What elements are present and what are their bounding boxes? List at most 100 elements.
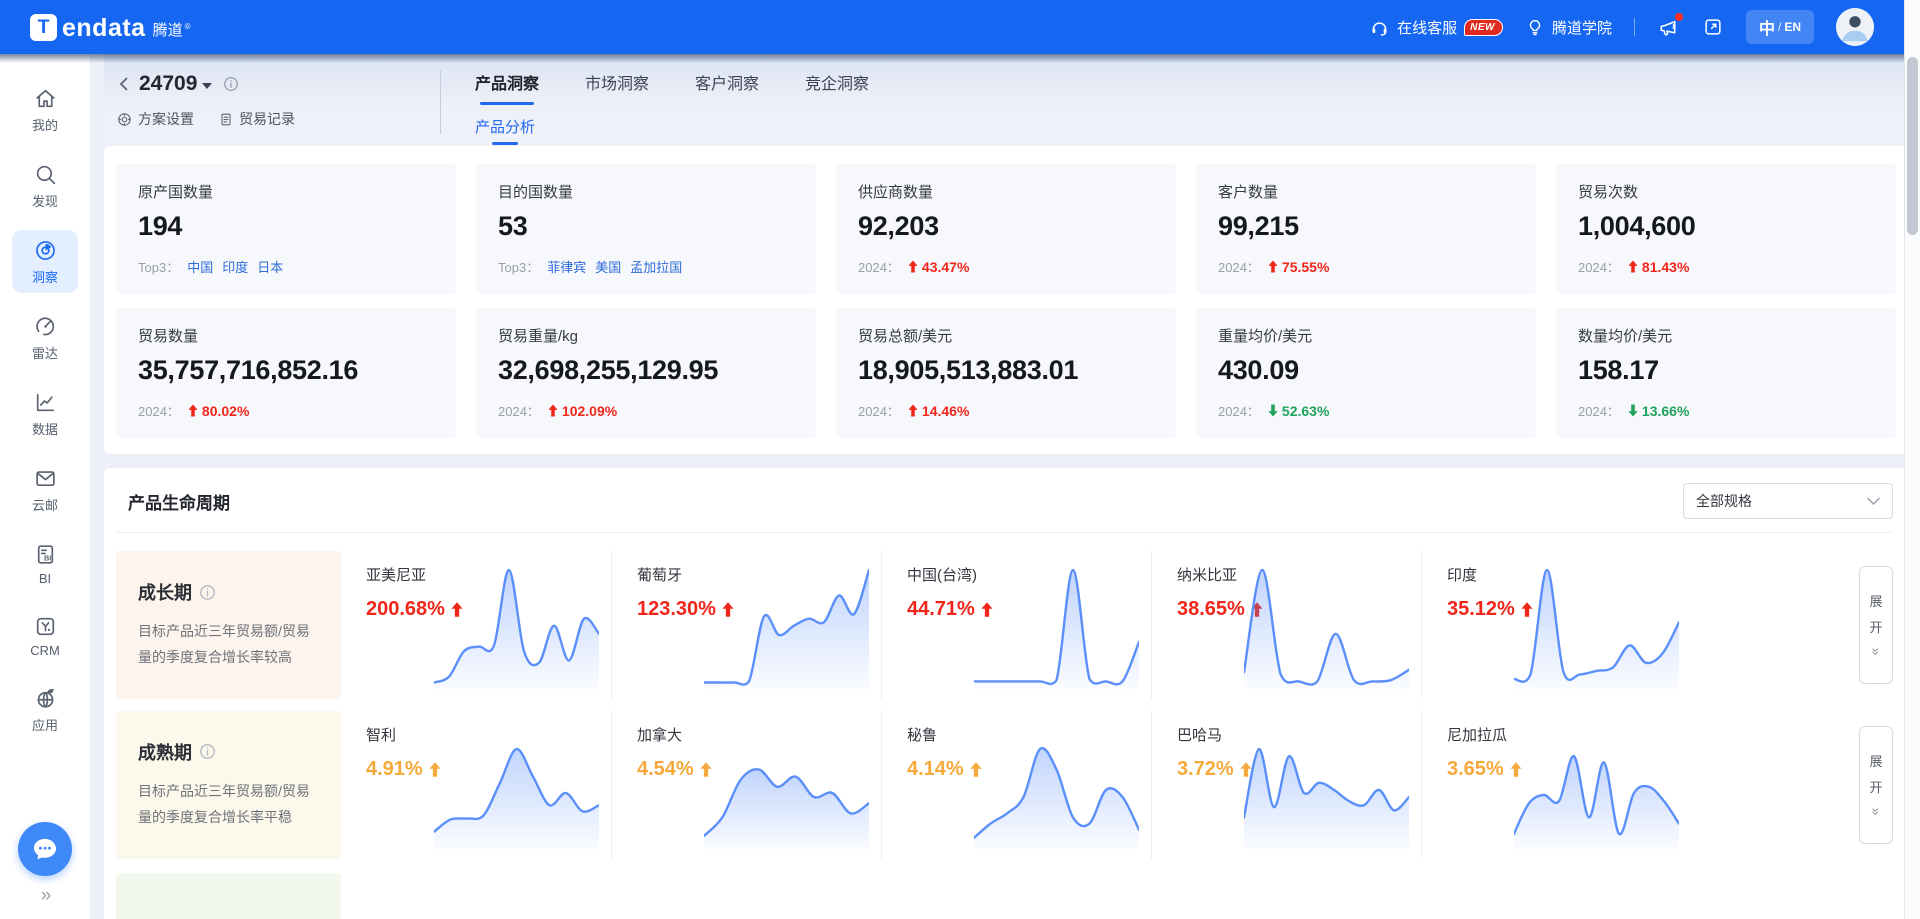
stage-title: 成长期 <box>138 579 319 605</box>
expand-button-char: 展 <box>1869 591 1882 610</box>
chat-fab-button[interactable] <box>18 822 72 876</box>
stat-card-label: 目的国数量 <box>498 181 794 202</box>
apps-icon <box>33 686 58 711</box>
stat-card: 重量均价/美元430.092024：52.63% <box>1196 308 1536 438</box>
top3-link[interactable]: 印度 <box>222 257 248 276</box>
sidebar-item-label: 洞察 <box>32 267 58 286</box>
scrollbar[interactable] <box>1904 0 1920 919</box>
sidebar-item-mine[interactable]: 我的 <box>12 78 78 141</box>
stat-card-value: 194 <box>138 211 434 242</box>
expand-button-char: 开 <box>1869 777 1882 796</box>
fullscreen-icon[interactable] <box>1702 16 1724 38</box>
lifecycle-cell-葡萄牙[interactable]: 葡萄牙123.30% <box>611 551 881 699</box>
sidebar-item-label: 发现 <box>32 191 58 210</box>
growth-rate-value: 3.65% <box>1447 758 1504 781</box>
scrollbar-thumb[interactable] <box>1907 57 1918 235</box>
stage-info-icon[interactable] <box>199 584 216 601</box>
sidebar-item-apps[interactable]: 应用 <box>12 678 78 741</box>
top3-link[interactable]: 美国 <box>595 257 621 276</box>
sidebar-item-radar[interactable]: 雷达 <box>12 306 78 369</box>
sidebar-item-discover[interactable]: 发现 <box>12 154 78 217</box>
tab-product-analysis[interactable]: 产品分析 <box>475 116 535 145</box>
lifecycle-cell-印度[interactable]: 印度35.12% <box>1421 551 1691 699</box>
brand-logo[interactable]: T endata 腾道 ® <box>30 14 191 41</box>
lifecycle-cell-中国(台湾)[interactable]: 中国(台湾)44.71% <box>881 551 1151 699</box>
stat-card-label: 数量均价/美元 <box>1578 325 1874 346</box>
sidebar-item-bi[interactable]: BIBI <box>12 534 78 593</box>
spec-filter-value: 全部规格 <box>1696 491 1752 511</box>
stats-row-2: 贸易数量35,757,716,852.162024：80.02%贸易重量/kg3… <box>116 308 1909 438</box>
online-service-button[interactable]: 在线客服 NEW <box>1369 17 1503 38</box>
lifecycle-cell-加拿大[interactable]: 加拿大4.54% <box>611 711 881 859</box>
stat-card-footer: Top3：中国印度日本 <box>138 257 434 276</box>
lifecycle-cell-尼加拉瓜[interactable]: 尼加拉瓜3.65% <box>1421 711 1691 859</box>
scheme-settings-button[interactable]: 方案设置 <box>116 109 194 129</box>
trade-records-label: 贸易记录 <box>239 109 295 129</box>
tab-产品洞察[interactable]: 产品洞察 <box>475 70 539 105</box>
lifecycle-cell-巴哈马[interactable]: 巴哈马3.72% <box>1151 711 1421 859</box>
yoy-down-indicator: 13.66% <box>1628 403 1689 419</box>
lifecycle-cell-纳米比亚[interactable]: 纳米比亚38.65% <box>1151 551 1421 699</box>
sidebar-item-mail[interactable]: 云邮 <box>12 458 78 521</box>
stage-info-icon[interactable] <box>199 743 216 760</box>
sidebar: 我的发现洞察雷达数据云邮 BIBI CRM 应用 » <box>0 54 90 919</box>
stat-card-value: 18,905,513,883.01 <box>858 355 1154 386</box>
expand-column: 展开» <box>1841 711 1893 859</box>
yoy-down-indicator: 52.63% <box>1268 403 1329 419</box>
header-divider <box>440 70 441 134</box>
online-service-label: 在线客服 <box>1397 17 1457 38</box>
top-navbar: T endata 腾道 ® 在线客服 NEW <box>0 0 1920 54</box>
lifecycle-cell-智利[interactable]: 智利4.91% <box>341 711 611 859</box>
scheme-id-dropdown[interactable]: 24709 <box>139 72 212 96</box>
growth-rate-value: 3.72% <box>1177 758 1234 781</box>
doc-icon <box>218 111 234 128</box>
insight-icon <box>33 238 58 263</box>
avatar[interactable] <box>1836 8 1874 46</box>
sidebar-item-data[interactable]: 数据 <box>12 382 78 445</box>
trend-sparkline <box>434 567 599 689</box>
language-toggle[interactable]: 中 / EN <box>1746 10 1814 44</box>
caret-down-icon <box>202 83 212 89</box>
sidebar-item-label: CRM <box>30 643 60 658</box>
top3-link[interactable]: 中国 <box>187 257 213 276</box>
expand-button-char: 开 <box>1869 617 1882 636</box>
stage-description: 目标产品近三年贸易额/贸易量的季度复合增长率平稳 <box>138 779 319 831</box>
lang-en: EN <box>1784 20 1801 34</box>
stat-card: 贸易重量/kg32,698,255,129.952024：102.09% <box>476 308 816 438</box>
lifecycle-cell-秘鲁[interactable]: 秘鲁4.14% <box>881 711 1151 859</box>
scheme-info-icon[interactable] <box>223 76 239 92</box>
page-header: 24709 方案设置 贸易记录 产品洞察 市场洞察 客户洞察 竞企洞察 产品分析 <box>104 54 1909 146</box>
academy-button[interactable]: 腾道学院 <box>1525 17 1612 38</box>
lifecycle-cell-亚美尼亚[interactable]: 亚美尼亚200.68% <box>341 551 611 699</box>
stat-card-value: 92,203 <box>858 211 1154 242</box>
stat-card-value: 430.09 <box>1218 355 1514 386</box>
stat-footer-prefix: 2024： <box>1578 257 1620 276</box>
top3-link[interactable]: 日本 <box>257 257 283 276</box>
announcement-icon[interactable] <box>1657 16 1680 39</box>
back-button[interactable] <box>116 76 132 92</box>
sidebar-item-crm[interactable]: CRM <box>12 606 78 665</box>
sidebar-item-insight[interactable]: 洞察 <box>12 230 78 293</box>
tab-竞企洞察[interactable]: 竞企洞察 <box>805 70 869 105</box>
registered-mark: ® <box>185 22 191 31</box>
trend-sparkline <box>1244 567 1409 689</box>
sidebar-item-label: BI <box>39 571 51 586</box>
stage-description: 目标产品近三年贸易额/贸易量的季度复合增长率较高 <box>138 619 319 671</box>
stat-card: 贸易次数1,004,6002024：81.43% <box>1556 164 1896 294</box>
sidebar-collapse-button[interactable]: » <box>41 885 50 907</box>
stat-card-label: 重量均价/美元 <box>1218 325 1514 346</box>
tab-客户洞察[interactable]: 客户洞察 <box>695 70 759 105</box>
expand-button[interactable]: 展开» <box>1859 726 1893 844</box>
lifecycle-row-成长期: 成长期目标产品近三年贸易额/贸易量的季度复合增长率较高亚美尼亚200.68% 葡… <box>116 551 1893 699</box>
expand-button[interactable]: 展开» <box>1859 566 1893 684</box>
tendata-logo-icon: T <box>30 14 57 41</box>
spec-filter-select[interactable]: 全部规格 <box>1683 483 1893 519</box>
top3-link[interactable]: 菲律宾 <box>547 257 586 276</box>
growth-rate-value: 4.54% <box>637 758 694 781</box>
stats-panel: 原产国数量194Top3：中国印度日本目的国数量53Top3：菲律宾美国孟加拉国… <box>104 146 1909 454</box>
stat-card-value: 32,698,255,129.95 <box>498 355 794 386</box>
trade-records-button[interactable]: 贸易记录 <box>218 109 295 129</box>
tab-市场洞察[interactable]: 市场洞察 <box>585 70 649 105</box>
stat-card-label: 供应商数量 <box>858 181 1154 202</box>
top3-link[interactable]: 孟加拉国 <box>630 257 682 276</box>
